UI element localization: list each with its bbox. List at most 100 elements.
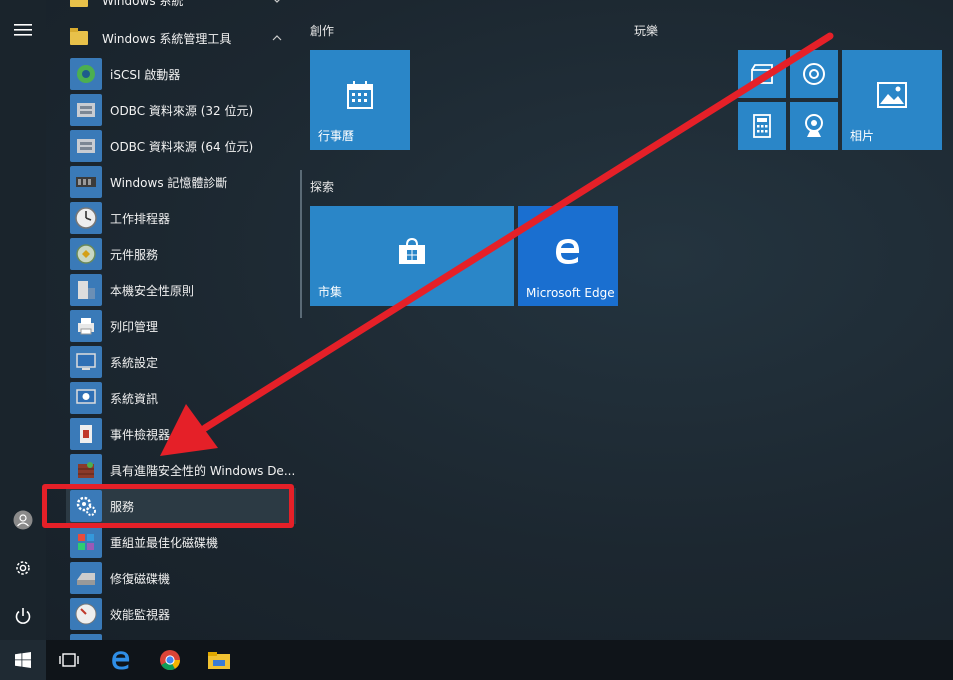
hamburger-menu-button[interactable]: [0, 10, 46, 50]
list-item-task-scheduler[interactable]: 工作排程器: [66, 200, 296, 236]
annotation-highlight-box: [42, 484, 294, 528]
edge-icon: [112, 651, 130, 670]
settings-button[interactable]: [0, 548, 46, 588]
chrome-icon: [160, 650, 181, 671]
list-item-system-information[interactable]: 系統資訊: [66, 380, 296, 416]
app-label: ODBC 資料來源 (64 位元): [110, 139, 254, 154]
app-label: 列印管理: [110, 319, 159, 334]
firewall-icon: [70, 454, 102, 486]
list-item-system-configuration[interactable]: 系統設定: [66, 344, 296, 380]
disk-icon: [70, 562, 102, 594]
clock-icon: [70, 202, 102, 234]
tile-label: 相片: [850, 129, 875, 143]
tile-camera[interactable]: [790, 102, 838, 150]
group-label: Windows 系統管理工具: [102, 31, 232, 46]
memory-chip-icon: [70, 166, 102, 198]
music-disc-icon: [803, 63, 825, 85]
tile-movies[interactable]: [738, 50, 786, 98]
iscsi-icon: [70, 58, 102, 90]
tile-calendar[interactable]: 行事曆: [310, 50, 410, 150]
list-item-iscsi[interactable]: iSCSI 啟動器: [66, 56, 296, 92]
tile-groove-music[interactable]: [790, 50, 838, 98]
app-label: iSCSI 啟動器: [110, 67, 181, 82]
film-icon: [751, 64, 773, 84]
list-item-odbc-64[interactable]: ODBC 資料來源 (64 位元): [66, 128, 296, 164]
taskbar: [0, 640, 953, 680]
chevron-up-icon: [272, 35, 282, 41]
edge-icon: [556, 239, 580, 264]
section-title-explore: 探索: [310, 180, 335, 194]
task-view-icon: [59, 653, 79, 667]
webcam-icon: [805, 114, 823, 137]
component-services-icon: [70, 238, 102, 270]
list-item-performance-monitor[interactable]: 效能監視器: [66, 596, 296, 632]
list-item-print-management[interactable]: 列印管理: [66, 308, 296, 344]
folder-icon: [70, 28, 88, 45]
tile-photos[interactable]: 相片: [842, 50, 942, 150]
app-label: 重組並最佳化磁碟機: [110, 535, 219, 550]
hamburger-icon: [14, 24, 32, 36]
list-item-partial: [66, 632, 296, 640]
power-icon: [15, 608, 31, 624]
user-account-button[interactable]: [0, 500, 46, 540]
photos-icon: [877, 82, 907, 108]
app-label: 工作排程器: [110, 211, 171, 226]
system-info-icon: [70, 382, 102, 414]
taskbar-chrome-button[interactable]: [147, 640, 193, 680]
list-item-defragment[interactable]: 重組並最佳化磁碟機: [66, 524, 296, 560]
taskbar-file-explorer-button[interactable]: [196, 640, 242, 680]
chevron-down-icon: [274, 0, 280, 3]
file-explorer-icon: [208, 652, 230, 669]
list-item-windows-defender-firewall[interactable]: 具有進階安全性的 Windows De...: [66, 452, 296, 488]
list-item-recovery-drive[interactable]: 修復磁碟機: [66, 560, 296, 596]
list-item-admin-tools-group[interactable]: Windows 系統管理工具: [62, 20, 294, 56]
calculator-icon: [753, 114, 771, 138]
defrag-icon: [70, 526, 102, 558]
start-button[interactable]: [0, 640, 46, 680]
task-view-button[interactable]: [46, 640, 92, 680]
list-item-event-viewer[interactable]: 事件檢視器: [66, 416, 296, 452]
user-icon: [13, 510, 33, 530]
performance-icon: [70, 598, 102, 630]
scrollbar[interactable]: [300, 170, 302, 318]
app-label: 效能監視器: [110, 607, 171, 622]
app-label: 具有進階安全性的 Windows De...: [110, 463, 296, 478]
tile-label: 行事曆: [318, 129, 355, 143]
app-label: 修復磁碟機: [110, 571, 171, 586]
calendar-icon: [347, 81, 373, 109]
app-label: 系統資訊: [110, 391, 159, 406]
printer-icon: [70, 310, 102, 342]
odbc-icon: [70, 94, 102, 126]
app-label: 事件檢視器: [110, 427, 171, 442]
store-bag-icon: [399, 237, 425, 264]
event-viewer-icon: [70, 418, 102, 450]
app-label: 系統設定: [110, 355, 159, 370]
list-item-odbc-32[interactable]: ODBC 資料來源 (32 位元): [66, 92, 296, 128]
app-list: Windows 系統 Windows 系統管理工具 iSCSI 啟動器 ODBC…: [46, 0, 300, 640]
tile-store[interactable]: 市集: [310, 206, 514, 306]
tile-edge[interactable]: Microsoft Edge: [518, 206, 618, 306]
app-label: Windows 記憶體診斷: [110, 175, 228, 190]
tile-label: 市集: [318, 285, 343, 299]
folder-icon: [70, 0, 88, 7]
power-button[interactable]: [0, 596, 46, 636]
tile-calculator[interactable]: [738, 102, 786, 150]
app-label: ODBC 資料來源 (32 位元): [110, 103, 254, 118]
list-item-memory-diagnostic[interactable]: Windows 記憶體診斷: [66, 164, 296, 200]
odbc-icon: [70, 130, 102, 162]
gear-icon: [16, 561, 30, 575]
start-rail: [0, 0, 46, 640]
app-label: 本機安全性原則: [110, 283, 195, 298]
system-config-icon: [70, 346, 102, 378]
tile-label: Microsoft Edge: [526, 286, 615, 300]
group-label: Windows 系統: [102, 0, 184, 8]
list-item-windows-system[interactable]: Windows 系統: [62, 0, 294, 18]
security-policy-icon: [70, 274, 102, 306]
windows-logo-icon: [15, 652, 31, 668]
taskbar-edge-button[interactable]: [98, 640, 144, 680]
app-label: 元件服務: [110, 247, 159, 262]
section-title-create: 創作: [310, 24, 335, 38]
list-item-local-security-policy[interactable]: 本機安全性原則: [66, 272, 296, 308]
list-item-component-services[interactable]: 元件服務: [66, 236, 296, 272]
section-title-play: 玩樂: [634, 24, 659, 38]
